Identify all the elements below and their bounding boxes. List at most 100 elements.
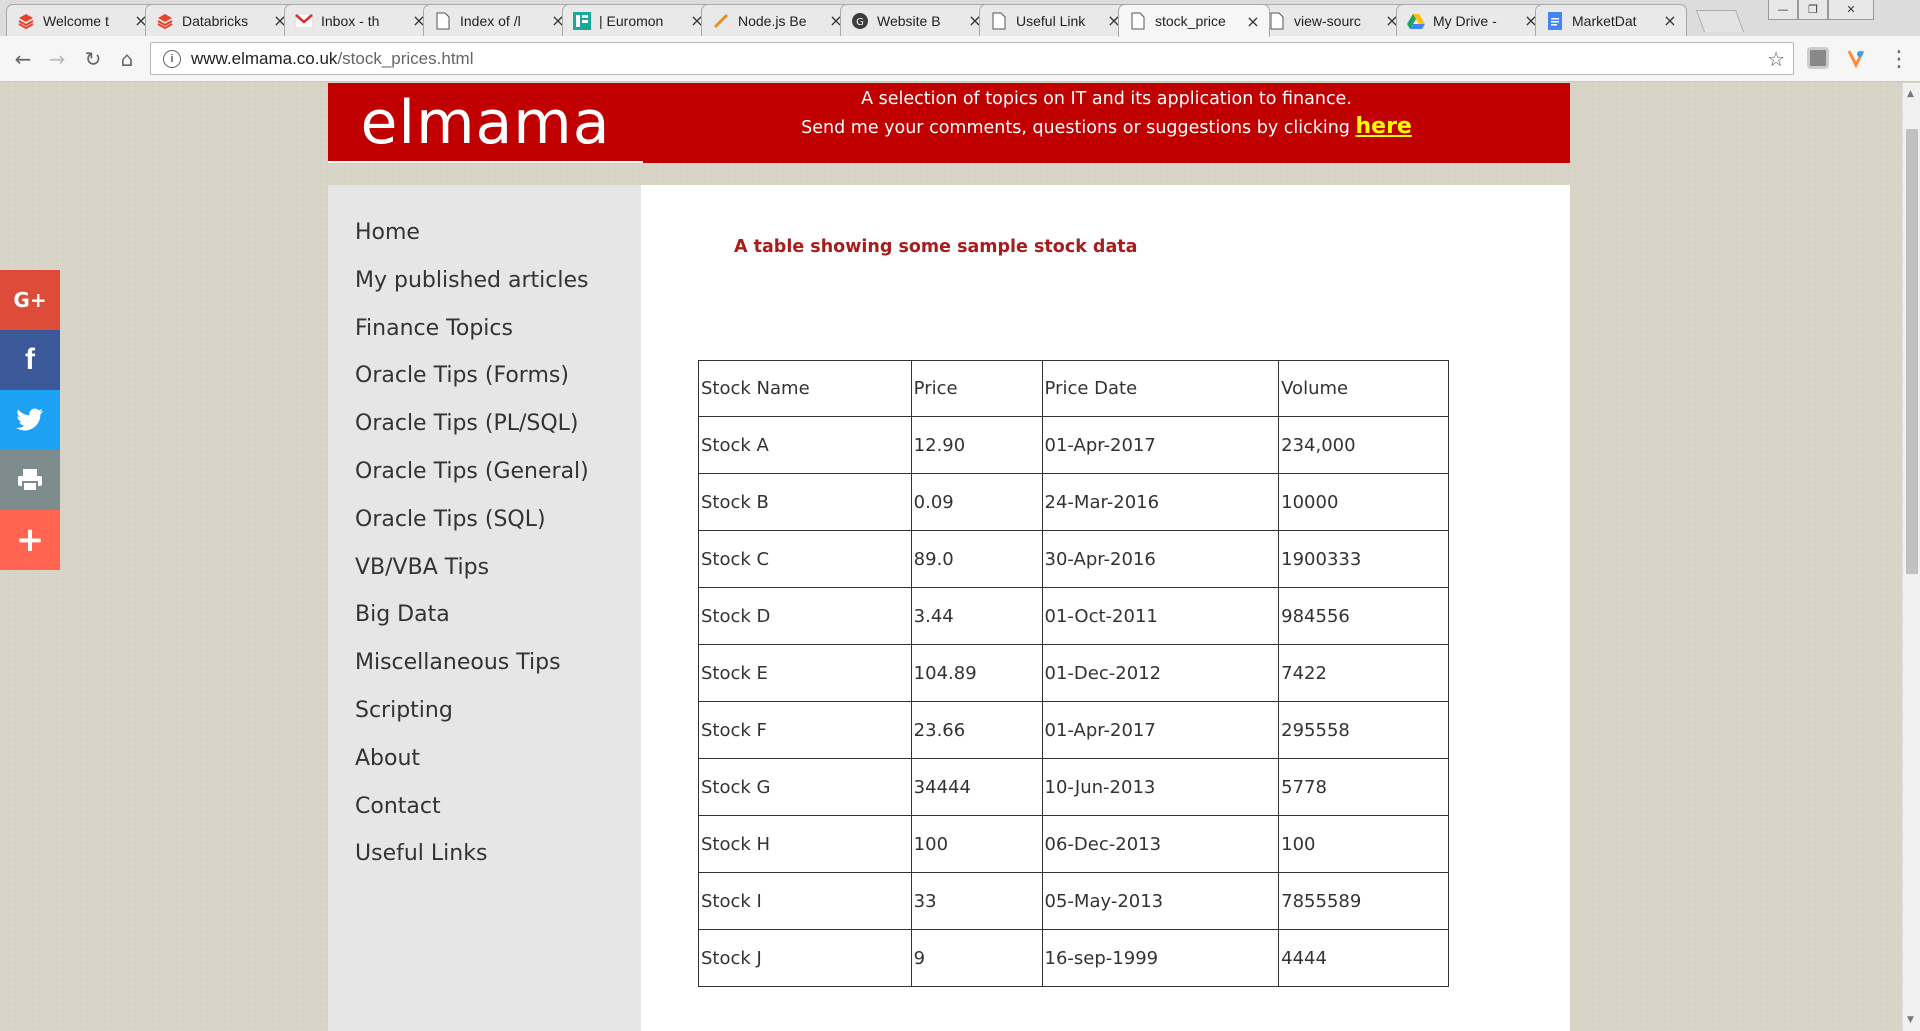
table-row: Stock C 89.0 30-Apr-2016 1900333	[698, 530, 1449, 588]
table-cell: Stock G	[698, 758, 912, 816]
home-icon[interactable]: ⌂	[114, 46, 140, 72]
extension-icon[interactable]	[1807, 47, 1829, 69]
nav-item[interactable]: Finance Topics	[355, 305, 641, 353]
facebook-share-icon[interactable]: f	[0, 330, 60, 390]
table-cell: 100	[1278, 815, 1449, 873]
contact-here-link[interactable]: here	[1355, 114, 1411, 139]
table-row: Stock B 0.09 24-Mar-2016 10000	[698, 473, 1449, 531]
browser-tab[interactable]: Useful Link ×	[979, 4, 1131, 36]
table-cell: 234,000	[1278, 416, 1449, 474]
table-cell: 7422	[1278, 644, 1449, 702]
nav-item[interactable]: My published articles	[355, 257, 641, 305]
info-icon[interactable]: i	[163, 49, 181, 68]
twitter-share-icon[interactable]	[0, 390, 60, 450]
nav-item[interactable]: Oracle Tips (PL/SQL)	[355, 400, 641, 448]
nav-item[interactable]: VB/VBA Tips	[355, 544, 641, 592]
table-cell: 01-Oct-2011	[1041, 587, 1280, 645]
table-cell: 0.09	[910, 473, 1043, 531]
page-viewport: elmama A selection of topics on IT and i…	[0, 83, 1902, 1031]
new-tab-button[interactable]	[1695, 10, 1745, 32]
bookmark-star-icon[interactable]: ☆	[1767, 47, 1785, 72]
window-controls: — ❐ ✕	[1768, 0, 1874, 20]
scrollbar-thumb[interactable]	[1906, 129, 1918, 574]
table-cell: Stock C	[698, 530, 912, 588]
table-caption: A table showing some sample stock data	[734, 237, 1138, 257]
table-cell: 89.0	[910, 530, 1043, 588]
close-window-icon[interactable]: ✕	[1828, 0, 1874, 20]
table-row: Stock F 23.66 01-Apr-2017 295558	[698, 701, 1449, 759]
page-icon	[1268, 12, 1286, 30]
column-header: Volume	[1278, 360, 1449, 417]
browser-tab[interactable]: My Drive - ×	[1396, 4, 1548, 36]
address-bar[interactable]: i www.elmama.co.uk/stock_prices.html ☆	[150, 42, 1794, 75]
table-cell: 100	[910, 815, 1043, 873]
column-header: Stock Name	[698, 360, 912, 417]
vertical-scrollbar[interactable]: ▲ ▼	[1902, 83, 1920, 1031]
table-cell: 33	[910, 872, 1043, 930]
browser-tab[interactable]: Index of /l ×	[423, 4, 575, 36]
tab-title: view-sourc	[1294, 12, 1361, 29]
more-share-icon[interactable]: +	[0, 510, 60, 570]
table-cell: Stock A	[698, 416, 912, 474]
url-path: /stock_prices.html	[337, 48, 474, 68]
tagline-line2: Send me your comments, questions or sugg…	[643, 113, 1570, 142]
table-cell: 05-May-2013	[1041, 872, 1280, 930]
url-host: www.elmama.co.uk	[191, 48, 338, 68]
nav-item[interactable]: Miscellaneous Tips	[355, 639, 641, 687]
column-header: Price	[910, 360, 1043, 417]
browser-tab[interactable]: view-sourc ×	[1257, 4, 1409, 36]
back-arrow-icon[interactable]: ←	[10, 46, 36, 72]
table-cell: 295558	[1278, 701, 1449, 759]
extension-color-icon[interactable]	[1845, 47, 1867, 69]
tagline-line1: A selection of topics on IT and its appl…	[861, 89, 1352, 109]
menu-kebab-icon[interactable]: ⋮	[1886, 46, 1912, 72]
table-cell: Stock I	[698, 872, 912, 930]
nav-item[interactable]: Big Data	[355, 591, 641, 639]
nav-item[interactable]: Oracle Tips (General)	[355, 448, 641, 496]
table-cell: 9	[910, 929, 1043, 987]
table-row: Stock D 3.44 01-Oct-2011 984556	[698, 587, 1449, 645]
nav-list: Home My published articles Finance Topics O…	[328, 185, 641, 878]
table-body: Stock A 12.90 01-Apr-2017 234,000 Stock B 0.0…	[698, 416, 1449, 987]
scroll-up-arrow-icon[interactable]: ▲	[1907, 89, 1914, 99]
browser-tab[interactable]: stock_price ×	[1118, 4, 1270, 37]
table-header-row: Stock Name Price Price Date Volume	[698, 360, 1449, 417]
nav-item[interactable]: Home	[355, 209, 641, 257]
reload-icon[interactable]: ↻	[80, 46, 106, 72]
restore-icon[interactable]: ❐	[1798, 0, 1828, 20]
forward-arrow-icon[interactable]: →	[44, 46, 70, 72]
tab-close-icon[interactable]: ×	[1245, 12, 1261, 31]
scroll-down-arrow-icon[interactable]: ▼	[1907, 1015, 1914, 1025]
logo-underline	[328, 161, 643, 163]
browser-tab[interactable]: Databricks ×	[145, 4, 297, 36]
browser-tab[interactable]: Inbox - th ×	[284, 4, 436, 36]
google-plus-share-icon[interactable]: G+	[0, 270, 60, 330]
nav-item[interactable]: Scripting	[355, 687, 641, 735]
minimize-icon[interactable]: —	[1768, 0, 1798, 20]
site-logo[interactable]: elmama	[328, 83, 643, 163]
print-share-icon[interactable]	[0, 450, 60, 510]
tab-close-icon[interactable]: ×	[1662, 11, 1678, 30]
browser-tab[interactable]: Welcome t ×	[6, 4, 158, 36]
nav-item[interactable]: Useful Links	[355, 830, 641, 878]
table-cell: 01-Apr-2017	[1041, 701, 1280, 759]
browser-tab[interactable]: MarketDat ×	[1535, 4, 1687, 36]
browser-tab[interactable]: | Euromon ×	[562, 4, 714, 36]
site-banner: elmama A selection of topics on IT and i…	[328, 83, 1570, 163]
github-icon: G	[851, 12, 869, 30]
nav-item[interactable]: Contact	[355, 783, 641, 831]
browser-tab[interactable]: G Website B ×	[840, 4, 992, 36]
tab-title: Website B	[877, 12, 941, 29]
table-cell: Stock D	[698, 587, 912, 645]
table-cell: Stock H	[698, 815, 912, 873]
tab-title: Databricks	[182, 12, 249, 29]
nav-item[interactable]: Oracle Tips (Forms)	[355, 352, 641, 400]
nodejs-icon	[712, 12, 730, 30]
browser-tab[interactable]: Node.js Be ×	[701, 4, 853, 36]
table-row: Stock G 34444 10-Jun-2013 5778	[698, 758, 1449, 816]
databricks-icon	[156, 12, 174, 30]
nav-item[interactable]: About	[355, 735, 641, 783]
svg-text:G: G	[856, 17, 864, 28]
main-content: A table showing some sample stock data S…	[641, 185, 1570, 1031]
nav-item[interactable]: Oracle Tips (SQL)	[355, 496, 641, 544]
